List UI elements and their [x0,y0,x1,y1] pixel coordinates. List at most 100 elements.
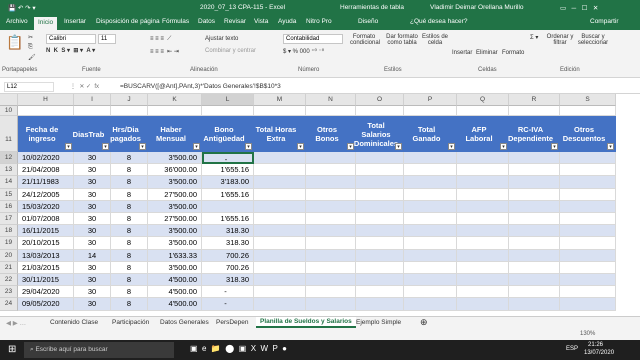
empty-cell[interactable] [509,152,560,165]
empty-cell[interactable] [509,213,560,226]
empty-cell[interactable] [306,164,356,177]
empty-cell[interactable] [560,298,616,311]
table-cell[interactable]: 1'655.16 [202,164,254,177]
empty-cell[interactable] [457,286,509,299]
table-cell[interactable]: 30 [74,176,111,189]
table-cell[interactable]: 21/11/1983 [18,176,74,189]
table-cell[interactable]: 30 [74,261,111,274]
empty-cell[interactable] [509,106,560,116]
font-size-box[interactable]: 11 [98,34,116,44]
column-header[interactable]: M [254,94,306,106]
column-header[interactable]: N [306,94,356,106]
row-header[interactable]: 24 [0,298,18,311]
table-cell[interactable]: 30 [74,274,111,287]
format-painter-icon[interactable]: 🖌 [28,54,36,61]
empty-cell[interactable] [509,261,560,274]
table-cell[interactable]: 36'000.00 [148,164,202,177]
column-header[interactable]: R [509,94,560,106]
tab-nitro[interactable]: Nitro Pro [306,18,332,25]
table-cell[interactable] [202,200,254,213]
empty-cell[interactable] [404,176,457,189]
empty-cell[interactable] [254,237,306,250]
table-cell[interactable]: 21/04/2008 [18,164,74,177]
table-cell[interactable]: 318.30 [202,237,254,250]
table-cell[interactable]: 09/05/2020 [18,298,74,311]
empty-cell[interactable] [356,237,404,250]
empty-cell[interactable] [457,274,509,287]
table-cell[interactable]: 8 [111,274,148,287]
empty-cell[interactable] [356,286,404,299]
table-cell[interactable]: 700.26 [202,261,254,274]
empty-cell[interactable] [404,213,457,226]
column-header[interactable]: P [404,94,457,106]
taskbar-search[interactable]: ⌕ Escribe aquí para buscar [24,342,174,358]
filter-dropdown-icon[interactable]: ▾ [500,143,507,150]
empty-cell[interactable] [560,286,616,299]
empty-cell[interactable] [306,286,356,299]
sheet-tab[interactable]: Ejemplo Simple [356,319,401,326]
empty-cell[interactable] [560,274,616,287]
empty-cell[interactable] [457,164,509,177]
table-cell[interactable]: 8 [111,298,148,311]
table-cell[interactable]: 21/03/2015 [18,261,74,274]
empty-cell[interactable] [560,213,616,226]
table-cell[interactable]: - [202,298,254,311]
empty-cell[interactable] [509,225,560,238]
sheet-tab[interactable]: Datos Generales [160,319,209,326]
column-header[interactable]: Q [457,94,509,106]
empty-cell[interactable] [254,200,306,213]
table-cell[interactable]: 30/11/2015 [18,274,74,287]
table-cell[interactable]: 8 [111,152,148,165]
sheet-tab[interactable]: Contenido Clase [50,319,98,326]
empty-cell[interactable] [254,176,306,189]
empty-cell[interactable] [457,152,509,165]
row-header[interactable]: 10 [0,106,18,116]
empty-cell[interactable] [509,188,560,201]
format-as-table-button[interactable]: Dar formato como tabla [386,34,418,46]
empty-cell[interactable] [404,249,457,262]
filter-dropdown-icon[interactable]: ▾ [297,143,304,150]
table-cell[interactable]: 4'500.00 [148,298,202,311]
empty-cell[interactable] [457,106,509,116]
empty-cell[interactable] [254,225,306,238]
empty-cell[interactable] [457,188,509,201]
table-cell[interactable]: 8 [111,188,148,201]
align-bottom-icons[interactable]: ≡ ≡ ≡ ⇤ ⇥ [150,48,179,55]
zoom-level[interactable]: 130% [580,331,595,337]
table-cell[interactable]: 13/03/2013 [18,249,74,262]
table-cell[interactable]: 4'500.00 [148,286,202,299]
empty-cell[interactable] [356,152,404,165]
empty-cell[interactable] [404,237,457,250]
windows-start-icon[interactable]: ⊞ [8,344,16,355]
column-header[interactable]: L [202,94,254,106]
taskbar-app-icons[interactable]: ▣ e 📁 ⬤ ▣ X W P ● [190,344,287,353]
sheet-nav-icons[interactable]: ◀ ▶ … [6,319,26,327]
empty-cell[interactable] [356,106,404,116]
column-header[interactable]: J [111,94,148,106]
wrap-text-button[interactable]: Ajustar texto [205,36,238,42]
empty-cell[interactable] [560,261,616,274]
table-cell[interactable]: 24/12/2005 [18,188,74,201]
table-cell[interactable]: 8 [111,286,148,299]
insert-button[interactable]: Insertar [452,50,472,56]
table-cell[interactable]: 10/02/2020 [18,152,74,165]
empty-cell[interactable] [148,106,202,116]
empty-cell[interactable] [560,176,616,189]
copy-icon[interactable]: ⎘ [28,44,33,51]
empty-cell[interactable] [560,106,616,116]
table-cell[interactable]: 8 [111,237,148,250]
table-cell[interactable]: - [202,286,254,299]
spreadsheet-grid[interactable]: H I J K L M N O P Q R S 10 11 Fecha de ingreso ▾ DiasTra… [0,94,640,316]
row-header[interactable]: 23 [0,286,18,299]
table-cell[interactable]: 30 [74,225,111,238]
table-cell[interactable]: 1'633.33 [148,249,202,262]
empty-cell[interactable] [457,213,509,226]
tab-datos[interactable]: Datos [198,18,215,25]
empty-cell[interactable] [457,176,509,189]
table-cell[interactable]: 8 [111,176,148,189]
empty-cell[interactable] [306,249,356,262]
align-top-icons[interactable]: ≡ ≡ ≡ ⟋ [150,36,171,43]
empty-cell[interactable] [74,106,111,116]
empty-cell[interactable] [404,225,457,238]
empty-cell[interactable] [356,298,404,311]
